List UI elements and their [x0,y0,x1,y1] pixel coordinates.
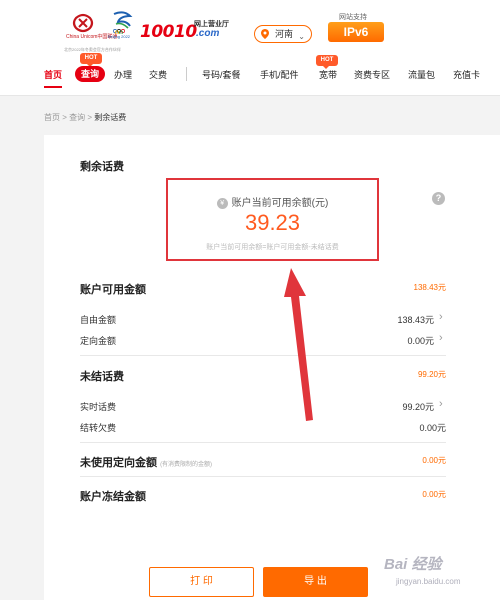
free-amount-value: 138.43元 [397,315,434,325]
frozen-title: 账户冻结金额 [80,491,146,503]
unused-directed-title: 未使用定向金额 (有消费限制的金额) [80,454,212,470]
balance-label-text: 账户当前可用余额(元) [231,198,329,209]
china-unicom-logo[interactable]: China Unicom中国联通 [66,12,117,46]
balance-formula: 账户当前可用余额=账户可用金额-未结话费 [206,244,339,251]
chevron-right-icon[interactable]: › [439,332,443,344]
balance-highlight-box: ¥ 账户当前可用余额(元) 39.23 账户当前可用余额=账户可用金额-未结话费 [166,178,379,261]
ipv6-caption: 网站支持 [339,14,367,21]
breadcrumb: 首页 > 查询 > 剩余话费 [44,112,126,123]
nav-handle[interactable]: 办理 [114,68,132,81]
carryover-arrears-label: 结转欠费 [80,423,117,433]
print-button[interactable]: 打 印 [149,567,254,597]
nav-active-underline [44,86,62,88]
nav-broadband[interactable]: 宽带 [319,68,337,81]
realtime-charge-label: 实时话费 [80,402,117,412]
breadcrumb-sep: > [60,113,70,122]
help-icon[interactable]: ? [432,192,445,205]
breadcrumb-sep: > [85,113,95,122]
breadcrumb-home[interactable]: 首页 [44,113,60,122]
nav-tariff-zone[interactable]: 资费专区 [354,68,390,81]
unused-directed-hint: (有消费限制的金额) [160,462,213,468]
nav-number-plan[interactable]: 号码/套餐 [202,68,241,81]
breadcrumb-query[interactable]: 查询 [69,113,85,122]
baidu-jingyan-watermark: Bai 经验 jingyan.baidu.com [384,545,494,595]
available-title: 账户可用金额 [80,284,146,296]
unsettled-title: 未结话费 [80,371,124,383]
unicom-knot-icon [72,13,94,33]
section-divider [80,442,446,443]
nav-divider [186,67,187,81]
carryover-arrears-value: 0.00元 [419,423,446,433]
beijing-2022-logo: Beijing 2022 [108,10,138,46]
nav-data-pack[interactable]: 流量包 [408,68,435,81]
chevron-down-icon: ⌄ [298,32,305,41]
unused-directed-total: 0.00元 [422,456,446,465]
section-divider [80,355,446,356]
olympic-logo-text: Beijing 2022 [108,34,131,39]
ipv6-badge[interactable]: IPv6 [328,22,384,42]
frozen-total: 0.00元 [422,490,446,499]
hot-badge-broadband: HOT [316,55,338,69]
watermark-main: Bai 经验 [384,556,442,573]
nav-pay[interactable]: 交费 [149,68,167,81]
realtime-charge-value: 99.20元 [402,402,434,412]
balance-label: ¥ 账户当前可用余额(元) [168,194,377,209]
directed-amount-label: 定向金额 [80,336,117,346]
nav-home[interactable]: 首页 [44,68,62,81]
unsettled-total: 99.20元 [417,370,446,379]
export-button[interactable]: 导 出 [263,567,368,597]
olympic-emblem-icon [113,11,133,35]
page-title: 剩余话费 [80,161,124,173]
region-label: 河南 [275,29,294,39]
region-selector[interactable]: 河南 ⌄ [254,25,312,43]
breadcrumb-current: 剩余话费 [94,113,127,122]
location-pin-icon [261,29,269,39]
nav-recharge-card[interactable]: 充值卡 [453,68,480,81]
brand-number[interactable]: 10010 [140,22,197,42]
available-total: 138.43元 [413,283,446,292]
free-amount-label: 自由金额 [80,315,117,325]
hot-badge-query: HOT [80,53,102,67]
chevron-right-icon[interactable]: › [439,311,443,323]
yen-icon: ¥ [216,198,228,209]
brand-domain: .com [196,28,220,39]
balance-value: 39.23 [244,210,301,235]
unused-directed-title-text: 未使用定向金额 [80,457,157,469]
nav-query[interactable]: 查询 [75,66,105,82]
watermark-url: jingyan.baidu.com [396,577,461,586]
directed-amount-value: 0.00元 [407,336,434,346]
chevron-right-icon[interactable]: › [439,398,443,410]
section-divider [80,476,446,477]
nav-phone-parts[interactable]: 手机/配件 [260,68,299,81]
site-header: China Unicom中国联通 Beijing 2022 北京2022年冬奥会… [0,0,500,96]
